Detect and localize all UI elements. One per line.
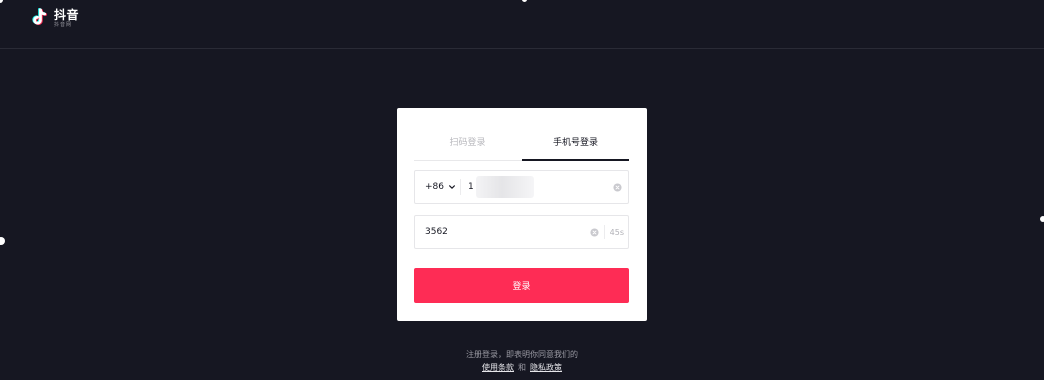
login-button[interactable]: 登录 [414, 268, 629, 303]
code-divider [604, 225, 605, 239]
phone-redacted-blur [475, 176, 534, 198]
country-divider [460, 179, 461, 195]
tab-qr-login[interactable]: 扫码登录 [414, 122, 521, 160]
terms-link[interactable]: 使用条款 [482, 363, 514, 372]
top-bar: 抖音 抖音网 [0, 0, 1044, 49]
douyin-logo[interactable]: 抖音 抖音网 [28, 7, 79, 29]
phone-value-visible: 1 [468, 182, 474, 192]
clear-code-icon[interactable] [590, 228, 599, 237]
edge-dot-right [1040, 216, 1044, 222]
agreement-text: 注册登录，即表明你同意我们的 [466, 350, 578, 359]
country-code-select[interactable]: +86 [425, 171, 456, 203]
logo-subtitle: 抖音网 [54, 21, 73, 28]
tab-phone-login[interactable]: 手机号登录 [522, 122, 629, 160]
verification-code-input[interactable]: 3562 [425, 216, 448, 248]
clear-phone-icon[interactable] [613, 183, 622, 192]
verification-code-field[interactable]: 3562 45s [414, 215, 629, 249]
logo-name: 抖音 [54, 7, 80, 22]
and-text: 和 [518, 363, 526, 372]
phone-field[interactable]: +86 1 [414, 170, 629, 204]
phone-input[interactable]: 1 [468, 171, 534, 203]
login-card: 扫码登录 手机号登录 +86 1 3562 45s 登录 [397, 108, 647, 321]
login-page: 抖音 抖音网 扫码登录 手机号登录 +86 1 3562 45s 登录 注册登录… [0, 0, 1044, 380]
douyin-note-icon [32, 8, 47, 26]
country-code-value: +86 [425, 182, 444, 192]
login-tabs: 扫码登录 手机号登录 [414, 122, 629, 161]
edge-dot-left [0, 237, 5, 245]
active-tab-indicator [522, 159, 629, 161]
resend-countdown: 45s [609, 227, 624, 237]
agreement-links: 使用条款和隐私政策 [400, 362, 644, 373]
privacy-link[interactable]: 隐私政策 [530, 363, 562, 372]
chevron-down-icon [449, 185, 455, 189]
